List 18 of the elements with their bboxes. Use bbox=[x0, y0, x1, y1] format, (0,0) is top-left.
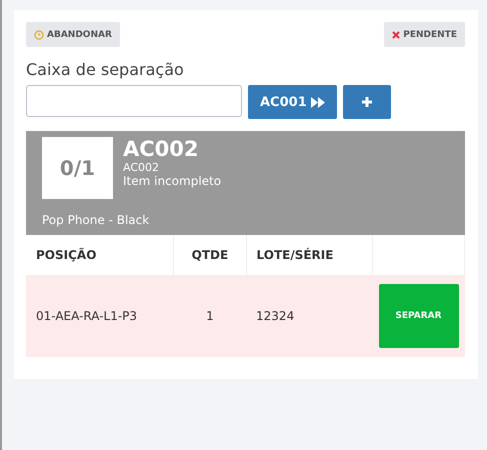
item-count: 0/1 bbox=[42, 137, 113, 199]
table-cell: 12324 bbox=[246, 275, 372, 357]
action-button[interactable]: ABANDONAR bbox=[26, 22, 120, 47]
table-cell: 1 bbox=[174, 275, 246, 357]
add-button[interactable] bbox=[342, 85, 391, 119]
next-button[interactable]: AC001 bbox=[248, 85, 337, 119]
close-icon bbox=[392, 30, 400, 38]
fast-forward-icon bbox=[310, 96, 325, 108]
clock-icon bbox=[34, 30, 44, 40]
input-field[interactable] bbox=[26, 85, 242, 117]
table-cell: 01-AEA-RA-L1-P3 bbox=[26, 275, 174, 357]
plus-icon bbox=[360, 96, 373, 108]
item-status: Item incompleto bbox=[123, 174, 222, 188]
action-button[interactable]: PENDENTE bbox=[384, 22, 465, 47]
item-code: AC002 bbox=[123, 137, 200, 161]
field-label: Caixa de separação bbox=[26, 60, 185, 79]
product-name: Pop Phone - Black bbox=[42, 213, 150, 227]
item-subcode: AC002 bbox=[123, 161, 160, 174]
